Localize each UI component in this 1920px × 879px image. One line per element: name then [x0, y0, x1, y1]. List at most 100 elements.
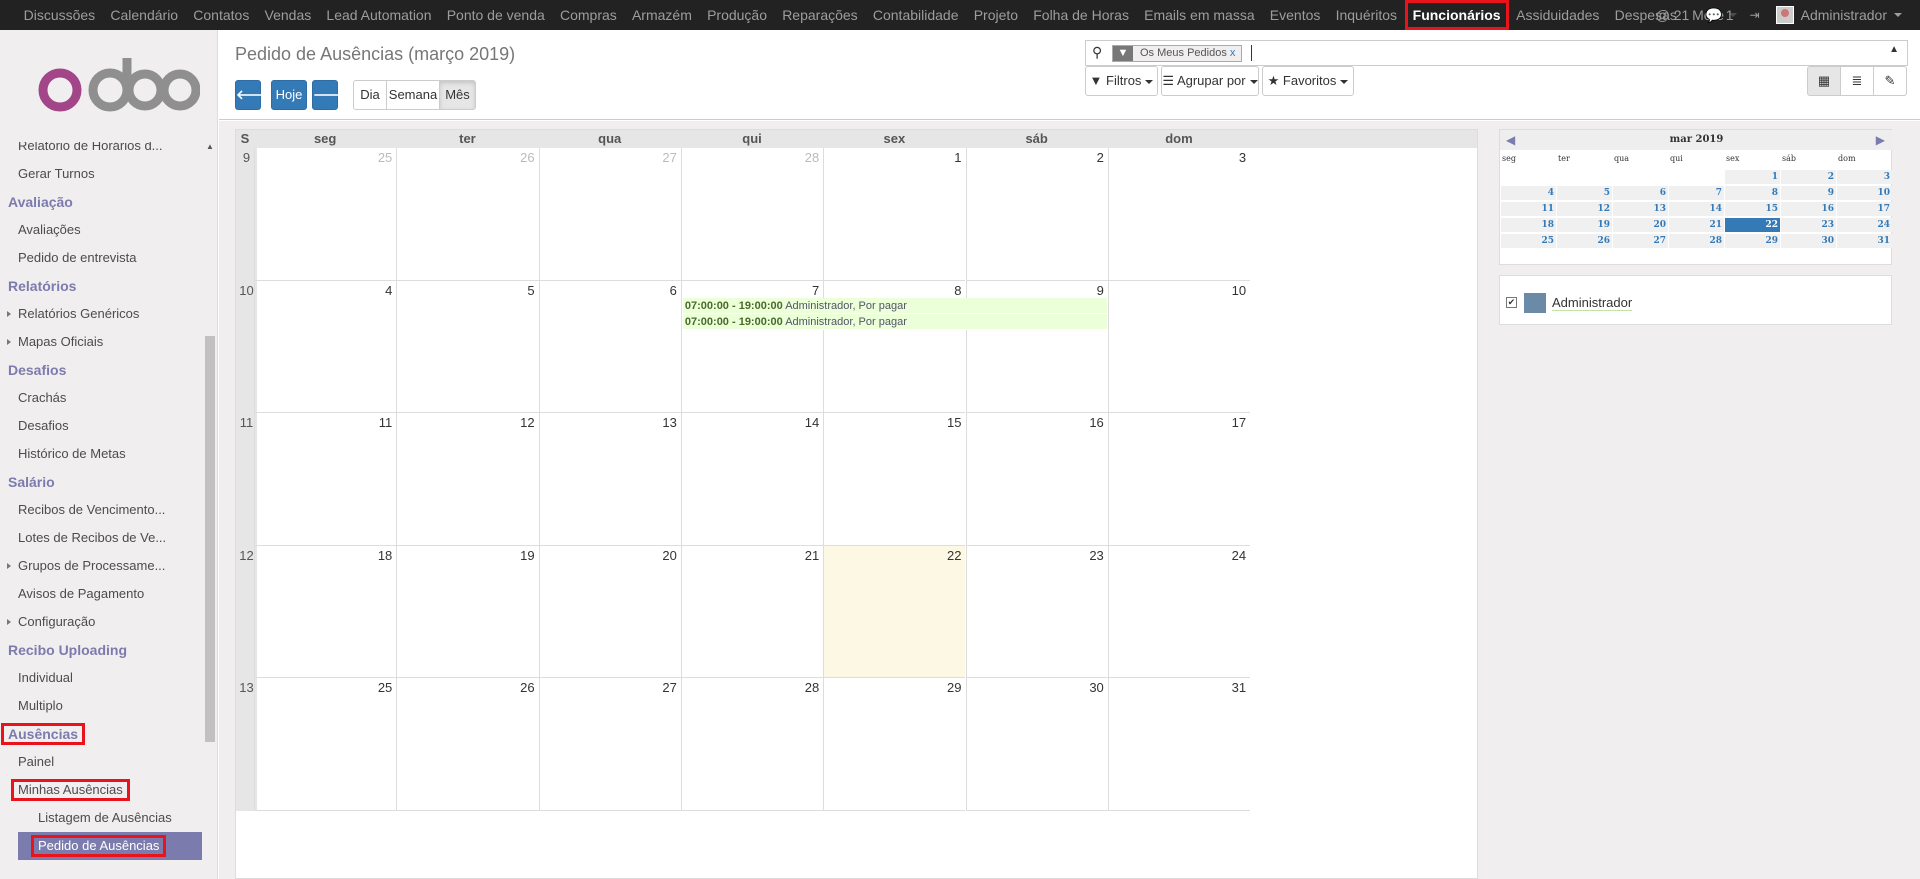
menu-item-inqueritos[interactable]: Inquéritos — [1328, 0, 1405, 30]
menu-item-funcionarios[interactable]: Funcionários — [1404, 0, 1509, 30]
day-cell[interactable]: 11 — [254, 413, 397, 546]
mini-day[interactable]: 3 — [1837, 170, 1892, 184]
menu-item-emails-em-massa[interactable]: Emails em massa — [1137, 0, 1263, 30]
day-cell[interactable]: 15 — [823, 413, 966, 546]
day-cell[interactable]: 22 — [823, 545, 966, 678]
mini-day[interactable]: 14 — [1669, 202, 1724, 216]
mini-day[interactable]: 8 — [1725, 186, 1780, 200]
sidebar-item-listagem-de-ausencias[interactable]: Listagem de Ausências — [0, 804, 200, 832]
prev-button[interactable]: 🡐 — [235, 80, 271, 110]
day-cell[interactable]: 12 — [396, 413, 539, 546]
menu-item-projeto[interactable]: Projeto — [966, 0, 1026, 30]
calendar-view-button[interactable]: ▦ — [1807, 66, 1841, 96]
mini-prev-icon[interactable]: ◀ — [1506, 130, 1515, 150]
sidebar-item-desafios[interactable]: Desafios — [0, 412, 200, 440]
mini-day[interactable]: 18 — [1501, 218, 1556, 232]
view-month-button[interactable]: Mês — [439, 80, 476, 110]
day-cell[interactable]: 19 — [396, 545, 539, 678]
day-cell[interactable]: 4 — [254, 280, 397, 413]
mini-day[interactable]: 13 — [1613, 202, 1668, 216]
mini-day[interactable]: 6 — [1613, 186, 1668, 200]
today-button[interactable]: Hoje — [271, 80, 307, 110]
day-cell[interactable]: 3 — [1107, 148, 1251, 281]
facet-remove-icon[interactable]: x — [1230, 47, 1236, 59]
mini-day[interactable]: 5 — [1557, 186, 1612, 200]
mini-day[interactable]: 21 — [1669, 218, 1724, 232]
mini-day[interactable]: 22 — [1725, 218, 1780, 232]
sidebar-item-lotes-de-recibos-de-ve[interactable]: Lotes de Recibos de Ve... — [0, 524, 200, 552]
mini-day[interactable]: 17 — [1837, 202, 1892, 216]
odoo-logo[interactable] — [0, 30, 217, 142]
menu-item-producao[interactable]: Produção — [699, 0, 774, 30]
sidebar-item-multiplo[interactable]: Multiplo — [0, 692, 200, 720]
list-view-button[interactable]: ≣ — [1840, 66, 1874, 96]
mini-day[interactable]: 7 — [1669, 186, 1724, 200]
day-cell[interactable]: 24 — [1107, 545, 1251, 678]
search-facet[interactable]: ▼ Os Meus Pedidos x — [1112, 45, 1243, 62]
mini-next-icon[interactable]: ▶ — [1876, 130, 1885, 150]
day-cell[interactable]: 2 — [965, 148, 1108, 281]
form-view-button[interactable]: ✎ — [1873, 66, 1907, 96]
mini-day[interactable]: 28 — [1669, 234, 1724, 248]
mini-day[interactable]: 4 — [1501, 186, 1556, 200]
day-cell[interactable]: 5 — [396, 280, 539, 413]
day-cell[interactable]: 10 — [1107, 280, 1251, 413]
mini-day[interactable]: 1 — [1725, 170, 1780, 184]
view-day-button[interactable]: Dia — [353, 80, 387, 110]
day-cell[interactable]: 6 — [538, 280, 681, 413]
menu-item-assiduidades[interactable]: Assiduidades — [1509, 0, 1607, 30]
search-options-toggle-icon[interactable]: ▲ — [1889, 44, 1899, 55]
user-menu[interactable]: Administrador — [1768, 6, 1910, 24]
sidebar-item-configuracao[interactable]: Configuração — [0, 608, 200, 636]
mini-day[interactable]: 26 — [1557, 234, 1612, 248]
menu-item-calendario[interactable]: Calendário — [103, 0, 186, 30]
day-cell[interactable]: 29 — [823, 678, 966, 811]
day-cell[interactable]: 27 — [538, 678, 681, 811]
signin-icon[interactable]: ⇥ — [1742, 8, 1768, 22]
day-cell[interactable]: 14 — [680, 413, 824, 546]
scrollbar-thumb[interactable] — [205, 336, 215, 742]
next-button[interactable]: 🡒 — [312, 80, 348, 110]
menu-item-vendas[interactable]: Vendas — [257, 0, 319, 30]
sidebar-item-pedido-de-entrevista[interactable]: Pedido de entrevista — [0, 244, 200, 272]
menu-item-contatos[interactable]: Contatos — [186, 0, 257, 30]
day-cell[interactable]: 25 — [254, 678, 397, 811]
day-cell[interactable]: 21 — [680, 545, 824, 678]
sidebar-item-recibos-de-vencimento[interactable]: Recibos de Vencimento... — [0, 496, 200, 524]
sidebar-item-mapas-oficiais[interactable]: Mapas Oficiais — [0, 328, 200, 356]
mini-day[interactable]: 12 — [1557, 202, 1612, 216]
sidebar-item-minhas-ausencias[interactable]: Minhas Ausências — [0, 776, 200, 804]
mini-day[interactable]: 9 — [1781, 186, 1836, 200]
day-cell[interactable]: 28 — [680, 148, 824, 281]
mini-day[interactable]: 16 — [1781, 202, 1836, 216]
menu-item-lead-automation[interactable]: Lead Automation — [319, 0, 439, 30]
day-cell[interactable]: 1 — [823, 148, 966, 281]
chat-button[interactable]: 💬 1 — [1697, 7, 1741, 24]
mini-day[interactable]: 20 — [1613, 218, 1668, 232]
groupby-button[interactable]: ☰ Agrupar por — [1161, 66, 1259, 96]
sidebar-item-pedido-de-ausencias[interactable]: Pedido de Ausências — [18, 832, 202, 860]
day-cell[interactable]: 23 — [965, 545, 1108, 678]
sidebar-item-gerar-turnos[interactable]: Gerar Turnos — [0, 160, 200, 188]
mini-day[interactable]: 30 — [1781, 234, 1836, 248]
mini-day[interactable]: 19 — [1557, 218, 1612, 232]
filters-button[interactable]: ▼ Filtros — [1085, 66, 1158, 96]
mini-day[interactable]: 23 — [1781, 218, 1836, 232]
favorites-button[interactable]: ★ Favoritos — [1262, 66, 1354, 96]
sidebar-item-painel[interactable]: Painel — [0, 748, 200, 776]
day-cell[interactable]: 16 — [965, 413, 1108, 546]
calendar-event[interactable]: 07:00:00 - 19:00:00 Administrador, Por p… — [682, 297, 1107, 314]
attendee-checkbox[interactable]: ✔ — [1506, 297, 1517, 308]
mini-day[interactable]: 15 — [1725, 202, 1780, 216]
day-cell[interactable]: 27 — [538, 148, 681, 281]
menu-item-armazem[interactable]: Armazém — [624, 0, 699, 30]
day-cell[interactable]: 28 — [680, 678, 824, 811]
menu-item-reparacoes[interactable]: Reparações — [775, 0, 866, 30]
mini-day[interactable]: 24 — [1837, 218, 1892, 232]
sidebar-item-relatorios-genericos[interactable]: Relatórios Genéricos — [0, 300, 200, 328]
scroll-up-icon[interactable]: ▲ — [205, 142, 215, 156]
day-cell[interactable]: 26 — [396, 678, 539, 811]
mini-day[interactable]: 27 — [1613, 234, 1668, 248]
day-cell[interactable]: 13 — [538, 413, 681, 546]
sidebar-item-relatorio-de-horarios-d[interactable]: Relatório de Horários d... — [0, 142, 200, 160]
